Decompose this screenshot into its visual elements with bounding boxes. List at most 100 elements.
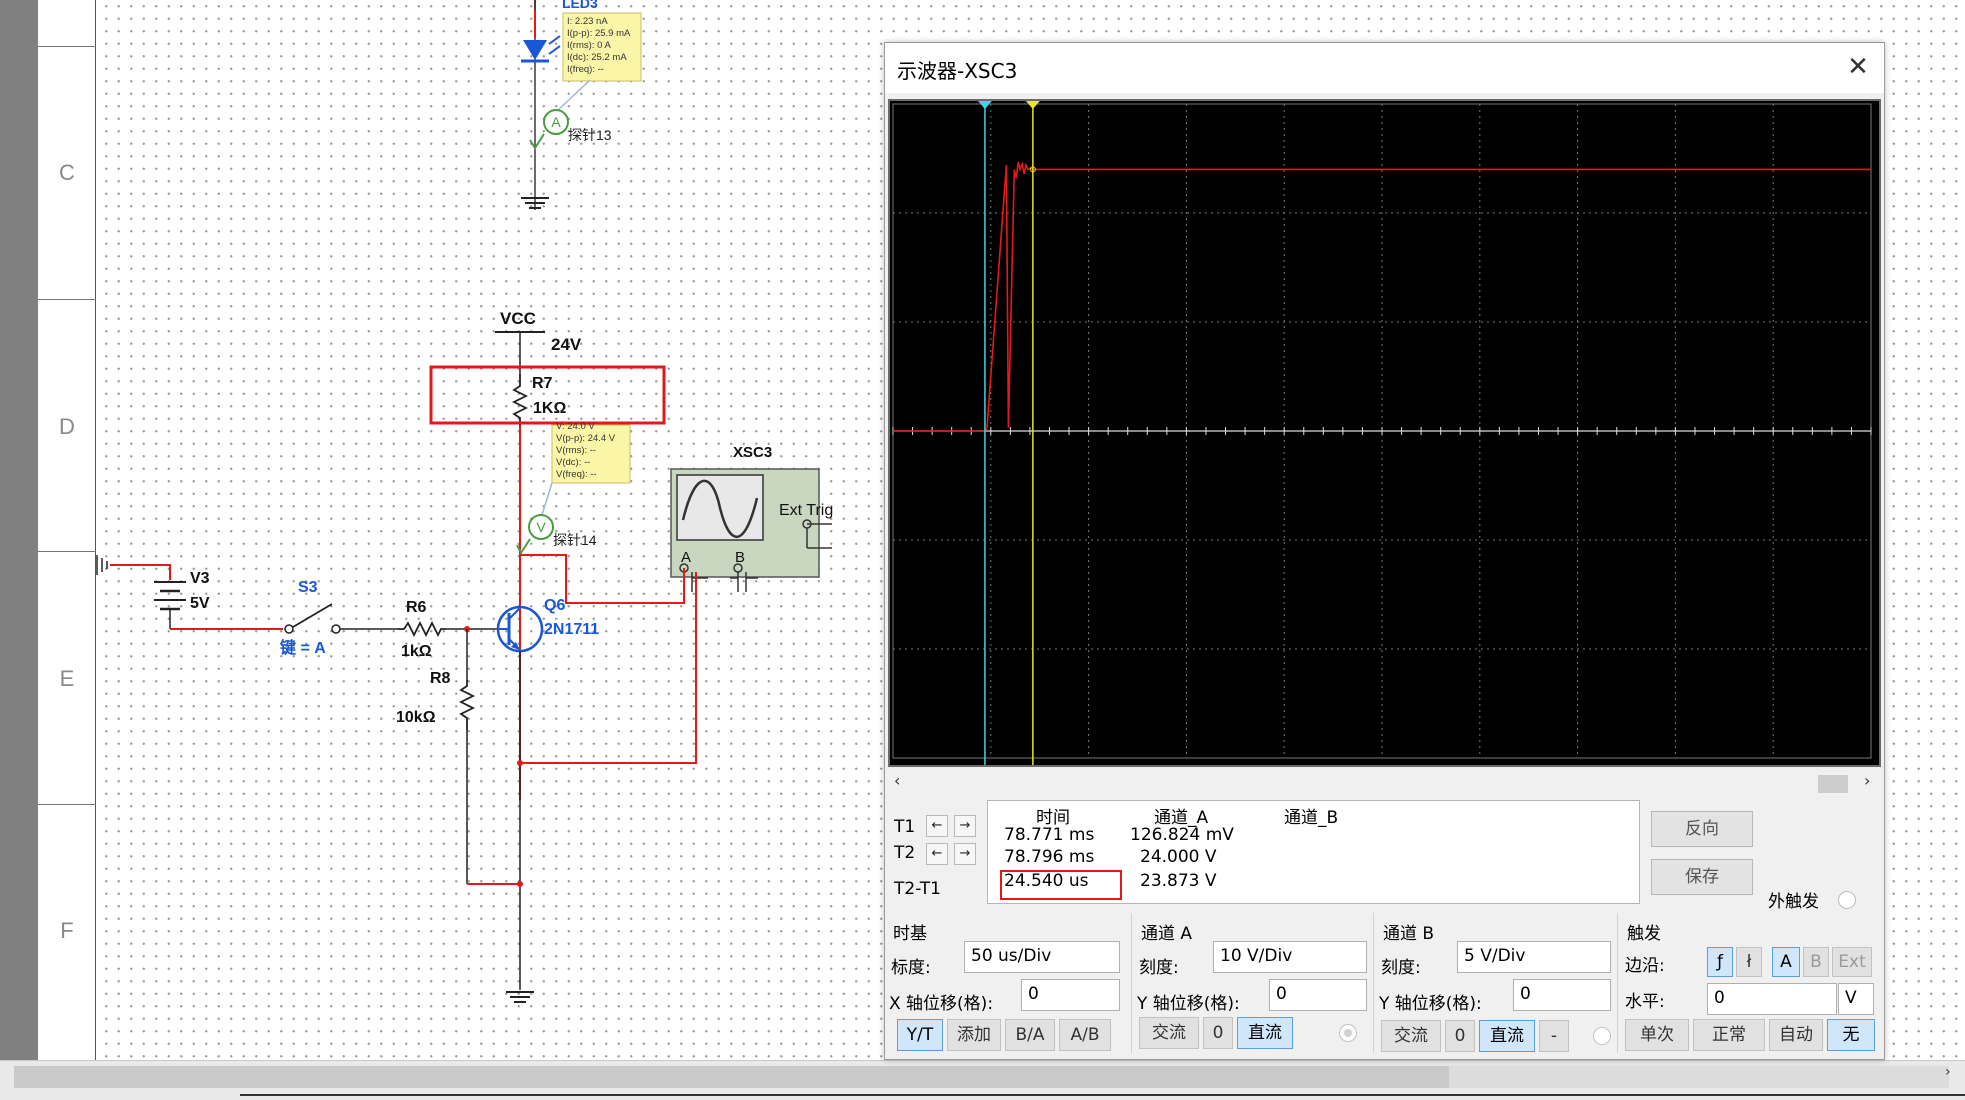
channel-b-scale-label: 刻度: xyxy=(1381,958,1421,978)
s3-terminal xyxy=(331,624,341,634)
channel-b-ypos-field[interactable]: 0 xyxy=(1513,979,1611,1011)
xsc3-port-a: A xyxy=(681,549,691,566)
channel-b-radio[interactable] xyxy=(1593,1027,1611,1045)
group-divider xyxy=(1131,913,1132,1053)
junction xyxy=(517,760,523,766)
channel-b-ac-button[interactable]: 交流 xyxy=(1381,1020,1441,1052)
trigger-source-ext-button[interactable]: Ext xyxy=(1832,947,1872,977)
probe-pointer xyxy=(529,133,545,150)
cursor-t2-label: T2 xyxy=(894,843,916,863)
r6-name: R6 xyxy=(406,599,427,616)
timebase-xpos-label: X 轴位移(格): xyxy=(889,994,994,1014)
timebase-scale-field[interactable]: 50 us/Div xyxy=(964,941,1120,973)
rising-edge-icon[interactable]: ƒ xyxy=(1707,947,1733,977)
trigger-title: 触发 xyxy=(1627,924,1661,944)
channel-b-zero-button[interactable]: 0 xyxy=(1445,1020,1475,1052)
cursor-delta-label: T2-T1 xyxy=(894,879,941,899)
v3-value: 5V xyxy=(190,595,210,612)
s3-name: S3 xyxy=(298,579,318,596)
channel-a-dc-button[interactable]: 直流 xyxy=(1237,1017,1293,1049)
trigger-edge-label: 边沿: xyxy=(1625,956,1665,976)
trigger-source-b-button[interactable]: B xyxy=(1803,947,1829,977)
wire xyxy=(110,564,171,580)
trigger-none-button[interactable]: 无 xyxy=(1827,1019,1875,1051)
trigger-level-unit[interactable]: V xyxy=(1838,983,1874,1015)
channel-a-zero-button[interactable]: 0 xyxy=(1203,1017,1233,1049)
add-mode-button[interactable]: 添加 xyxy=(947,1019,1001,1051)
t2-right-button[interactable]: → xyxy=(954,843,976,865)
channel-b-invert-button[interactable]: - xyxy=(1539,1020,1569,1052)
readout-delta-channel-a: 23.873 V xyxy=(1140,871,1217,891)
led-emission-arrow xyxy=(548,35,561,45)
timebase-title: 时基 xyxy=(893,924,927,944)
cursor-t1-handle-icon[interactable] xyxy=(977,101,992,109)
t2-left-button[interactable]: ← xyxy=(926,843,948,865)
xsc3-ext-trig: Ext Trig xyxy=(779,502,833,519)
window-title: 示波器-XSC3 xyxy=(897,59,1018,83)
yt-mode-button[interactable]: Y/T xyxy=(897,1019,943,1051)
vcc-value: 24V xyxy=(551,335,582,354)
oscilloscope-window: 示波器-XSC3 ✕ ‹ › T1 ← → T2 ← → T2-T1 时间 通道… xyxy=(884,42,1885,1060)
probe-13-label: 探针13 xyxy=(568,127,612,143)
s3-switch-lever[interactable] xyxy=(292,603,333,628)
ab-mode-button[interactable]: A/B xyxy=(1059,1019,1111,1051)
reverse-button[interactable]: 反向 xyxy=(1651,811,1753,847)
scroll-right-icon[interactable]: › xyxy=(1945,1064,1951,1080)
circuit-schematic: LED3 I: 2.23 nA I(p-p): 25.9 mA I(rms): … xyxy=(96,0,833,1003)
r7-name: R7 xyxy=(532,375,553,392)
r6-resistor[interactable] xyxy=(398,620,446,638)
oscilloscope-titlebar[interactable]: 示波器-XSC3 ✕ xyxy=(885,43,1884,93)
delta-time-highlight-box xyxy=(1000,870,1122,900)
channel-a-title: 通道 A xyxy=(1141,924,1193,944)
ext-trigger-label: 外触发 xyxy=(1768,892,1819,912)
ammeter-symbol: A xyxy=(551,114,561,130)
probe-pointer xyxy=(516,538,531,556)
ba-mode-button[interactable]: B/A xyxy=(1005,1019,1055,1051)
channel-a-scale-field[interactable]: 10 V/Div xyxy=(1213,941,1367,973)
scope-display[interactable] xyxy=(888,99,1881,767)
falling-edge-icon[interactable]: ł xyxy=(1736,947,1762,977)
r7-value: 1KΩ xyxy=(533,400,566,417)
channel-a-scale-label: 刻度: xyxy=(1139,958,1179,978)
r7-resistor[interactable] xyxy=(511,374,529,426)
timebase-xpos-field[interactable]: 0 xyxy=(1021,979,1120,1011)
canvas-scrollbar-thumb[interactable] xyxy=(14,1066,1449,1088)
cursor-t2-handle-icon[interactable] xyxy=(1025,101,1040,109)
readout-t2-time: 78.796 ms xyxy=(1004,847,1095,867)
close-icon[interactable]: ✕ xyxy=(1843,53,1873,83)
led-diode-symbol[interactable] xyxy=(523,40,547,60)
channel-a-radio[interactable] xyxy=(1339,1024,1357,1042)
scope-plot xyxy=(892,101,1872,765)
trigger-auto-button[interactable]: 自动 xyxy=(1769,1019,1823,1051)
ext-trigger-radio[interactable] xyxy=(1838,891,1856,909)
r8-resistor[interactable] xyxy=(458,680,476,730)
s3-key: 键 = A xyxy=(279,638,326,657)
q6-model: 2N1711 xyxy=(544,621,599,638)
save-button[interactable]: 保存 xyxy=(1651,859,1753,895)
channel-b-dc-button[interactable]: 直流 xyxy=(1479,1020,1535,1052)
xsc3-label: XSC3 xyxy=(733,444,772,461)
trigger-normal-button[interactable]: 正常 xyxy=(1693,1019,1765,1051)
trigger-single-button[interactable]: 单次 xyxy=(1625,1019,1689,1051)
readout-t1-channel-a: 126.824 mV xyxy=(1130,825,1234,845)
scroll-right-icon[interactable]: › xyxy=(1864,771,1870,790)
trigger-level-label: 水平: xyxy=(1625,992,1665,1012)
s3-terminal xyxy=(284,624,294,634)
timebase-scale-label: 标度: xyxy=(891,958,931,978)
channel-a-ypos-field[interactable]: 0 xyxy=(1269,979,1367,1011)
v3-name: V3 xyxy=(190,570,210,587)
trigger-source-a-button[interactable]: A xyxy=(1772,947,1800,977)
channel-b-scale-field[interactable]: 5 V/Div xyxy=(1457,941,1611,973)
channel-a-ac-button[interactable]: 交流 xyxy=(1139,1017,1199,1049)
channel-b-ypos-label: Y 轴位移(格): xyxy=(1379,994,1482,1014)
t1-right-button[interactable]: → xyxy=(954,815,976,837)
trigger-level-field[interactable]: 0 xyxy=(1707,983,1837,1015)
scope-scrollbar[interactable]: ‹ › xyxy=(888,771,1881,793)
scope-scroll-thumb[interactable] xyxy=(1818,775,1848,793)
probe-leader xyxy=(555,79,591,113)
group-divider xyxy=(1617,913,1618,1053)
r8-name: R8 xyxy=(430,670,451,687)
t1-left-button[interactable]: ← xyxy=(926,815,948,837)
scroll-left-icon[interactable]: ‹ xyxy=(894,771,900,790)
probe-leader xyxy=(540,482,553,519)
